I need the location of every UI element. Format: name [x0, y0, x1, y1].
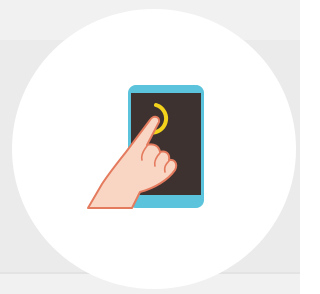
hand-tapping-phone-icon [87, 85, 204, 209]
background-screen [0, 0, 300, 294]
